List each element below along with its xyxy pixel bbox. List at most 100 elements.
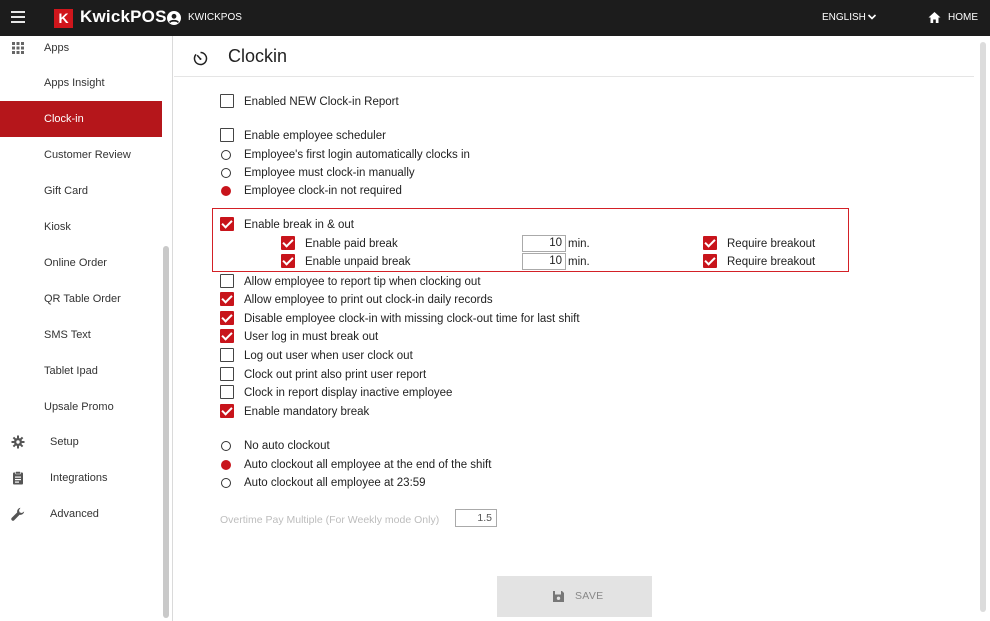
sidebar-item-apps-insight[interactable]: Apps Insight bbox=[0, 65, 162, 101]
option-label: Enable break in & out bbox=[244, 219, 354, 231]
option-label: User log in must break out bbox=[244, 331, 379, 343]
sidebar-item-label: QR Table Order bbox=[44, 293, 121, 305]
sidebar-item-label: Customer Review bbox=[44, 149, 131, 161]
sidebar-item-label: SMS Text bbox=[44, 329, 91, 341]
logout-on-clockout-option[interactable]: Log out user when user clock out bbox=[220, 347, 720, 365]
sidebar-item-advanced[interactable]: Advanced bbox=[0, 496, 162, 532]
option-label: Auto clockout all employee at 23:59 bbox=[244, 477, 426, 489]
display-inactive-checkbox[interactable] bbox=[220, 385, 234, 399]
sidebar-item-setup[interactable]: Setup bbox=[0, 424, 162, 460]
option-label: Disable employee clock-in with missing c… bbox=[244, 313, 580, 325]
employee-scheduler-option[interactable]: Enable employee scheduler bbox=[220, 127, 620, 145]
paid-break-checkbox[interactable] bbox=[281, 236, 295, 250]
sidebar-item-apps[interactable]: Apps bbox=[0, 36, 162, 60]
option-label: Clock in report display inactive employe… bbox=[244, 387, 453, 399]
sidebar-item-customer-review[interactable]: Customer Review bbox=[0, 137, 162, 173]
store-name[interactable]: KWICKPOS bbox=[188, 12, 242, 23]
sidebar-scrollbar[interactable] bbox=[163, 246, 169, 618]
sidebar-item-tablet-ipad[interactable]: Tablet Ipad bbox=[0, 353, 162, 389]
report-tip-option[interactable]: Allow employee to report tip when clocki… bbox=[220, 273, 720, 291]
auto-clockout-end-of-shift[interactable]: Auto clockout all employee at the end of… bbox=[220, 456, 720, 474]
clockin-mode-auto-login[interactable]: Employee's first login automatically clo… bbox=[220, 146, 620, 164]
timer-icon bbox=[193, 51, 208, 66]
grid-apps-icon bbox=[12, 42, 24, 54]
clockin-mode-not-required[interactable]: Employee clock-in not required bbox=[220, 182, 620, 200]
option-label: Enable mandatory break bbox=[244, 406, 370, 418]
clockin-mode-radio[interactable] bbox=[221, 168, 231, 178]
sidebar-item-clock-in[interactable]: Clock-in bbox=[0, 101, 162, 137]
option-label: Clock out print also print user report bbox=[244, 369, 427, 381]
logout-on-clockout-checkbox[interactable] bbox=[220, 348, 234, 362]
option-label: Employee must clock-in manually bbox=[244, 167, 415, 179]
option-label: Enable paid break bbox=[305, 238, 398, 250]
new-clockin-report-checkbox[interactable] bbox=[220, 94, 234, 108]
hamburger-menu-icon[interactable] bbox=[11, 11, 25, 25]
unpaid-break-checkbox[interactable] bbox=[281, 254, 295, 268]
disable-missing-clockout-option[interactable]: Disable employee clock-in with missing c… bbox=[220, 310, 720, 328]
sidebar-item-label: Online Order bbox=[44, 257, 107, 269]
must-break-out-option[interactable]: User log in must break out bbox=[220, 328, 720, 346]
print-daily-records-option[interactable]: Allow employee to print out clock-in dai… bbox=[220, 291, 720, 309]
enable-break-option[interactable]: Enable break in & out bbox=[220, 216, 620, 234]
paid-break-row: Enable paid break 10 min. Require breako… bbox=[281, 235, 841, 253]
auto-clockout-none[interactable]: No auto clockout bbox=[220, 437, 720, 455]
main-content: Clockin Enabled NEW Clock-in Report Enab… bbox=[174, 36, 990, 621]
report-tip-checkbox[interactable] bbox=[220, 274, 234, 288]
sidebar-item-kiosk[interactable]: Kiosk bbox=[0, 209, 162, 245]
must-break-out-checkbox[interactable] bbox=[220, 329, 234, 343]
sidebar-item-qr-table-order[interactable]: QR Table Order bbox=[0, 281, 162, 317]
sidebar-item-label: Apps bbox=[44, 42, 70, 54]
wrench-icon bbox=[11, 507, 25, 521]
clockin-mode-radio[interactable] bbox=[221, 186, 231, 196]
new-clockin-report-option[interactable]: Enabled NEW Clock-in Report bbox=[220, 93, 620, 111]
auto-clockout-radio[interactable] bbox=[221, 441, 231, 451]
mandatory-break-checkbox[interactable] bbox=[220, 404, 234, 418]
paid-require-breakout-checkbox[interactable] bbox=[703, 236, 717, 250]
clockin-mode-manual[interactable]: Employee must clock-in manually bbox=[220, 164, 620, 182]
save-button[interactable]: SAVE bbox=[497, 576, 652, 617]
sidebar-item-label: Setup bbox=[50, 436, 79, 448]
print-daily-records-checkbox[interactable] bbox=[220, 292, 234, 306]
paid-break-minutes-input[interactable]: 10 bbox=[522, 235, 566, 252]
main-scrollbar[interactable] bbox=[980, 42, 986, 612]
option-label: Auto clockout all employee at the end of… bbox=[244, 459, 492, 471]
chevron-down-icon[interactable] bbox=[866, 11, 878, 23]
mandatory-break-option[interactable]: Enable mandatory break bbox=[220, 403, 720, 421]
brand-name: KwickPOS bbox=[80, 7, 167, 26]
unpaid-break-minutes-input[interactable]: 10 bbox=[522, 253, 566, 270]
sidebar-item-label: Tablet Ipad bbox=[44, 365, 98, 377]
sidebar-item-label: Kiosk bbox=[44, 221, 71, 233]
unpaid-require-breakout-checkbox[interactable] bbox=[703, 254, 717, 268]
save-button-label: SAVE bbox=[575, 590, 604, 602]
home-icon[interactable] bbox=[928, 11, 941, 24]
option-label: Allow employee to print out clock-in dai… bbox=[244, 294, 493, 306]
sidebar-item-label: Clock-in bbox=[44, 113, 84, 125]
overtime-multiple-input[interactable]: 1.5 bbox=[455, 509, 497, 527]
sidebar-item-label: Gift Card bbox=[44, 185, 89, 197]
sidebar-item-upsale-promo[interactable]: Upsale Promo bbox=[0, 389, 162, 425]
clockin-mode-radio[interactable] bbox=[221, 150, 231, 160]
home-link[interactable]: HOME bbox=[948, 12, 978, 23]
unpaid-break-row: Enable unpaid break 10 min. Require brea… bbox=[281, 253, 841, 271]
option-label: Require breakout bbox=[727, 238, 816, 250]
auto-clockout-radio[interactable] bbox=[221, 478, 231, 488]
language-selector[interactable]: ENGLISH bbox=[822, 12, 866, 23]
store-user-icon[interactable] bbox=[166, 10, 182, 26]
option-label: Employee clock-in not required bbox=[244, 185, 402, 197]
sidebar-item-sms-text[interactable]: SMS Text bbox=[0, 317, 162, 353]
sidebar-item-integrations[interactable]: Integrations bbox=[0, 460, 162, 496]
enable-break-checkbox[interactable] bbox=[220, 217, 234, 231]
auto-clockout-radio[interactable] bbox=[221, 460, 231, 470]
print-user-report-checkbox[interactable] bbox=[220, 367, 234, 381]
disable-missing-clockout-checkbox[interactable] bbox=[220, 311, 234, 325]
sidebar-item-label: Advanced bbox=[50, 508, 99, 520]
sidebar-item-gift-card[interactable]: Gift Card bbox=[0, 173, 162, 209]
auto-clockout-2359[interactable]: Auto clockout all employee at 23:59 bbox=[220, 474, 720, 492]
display-inactive-option[interactable]: Clock in report display inactive employe… bbox=[220, 384, 720, 402]
print-user-report-option[interactable]: Clock out print also print user report bbox=[220, 366, 720, 384]
sidebar-item-online-order[interactable]: Online Order bbox=[0, 245, 162, 281]
employee-scheduler-checkbox[interactable] bbox=[220, 128, 234, 142]
clipboard-icon bbox=[13, 471, 23, 485]
sidebar-item-label: Integrations bbox=[50, 472, 108, 484]
floppy-save-icon bbox=[553, 591, 564, 602]
